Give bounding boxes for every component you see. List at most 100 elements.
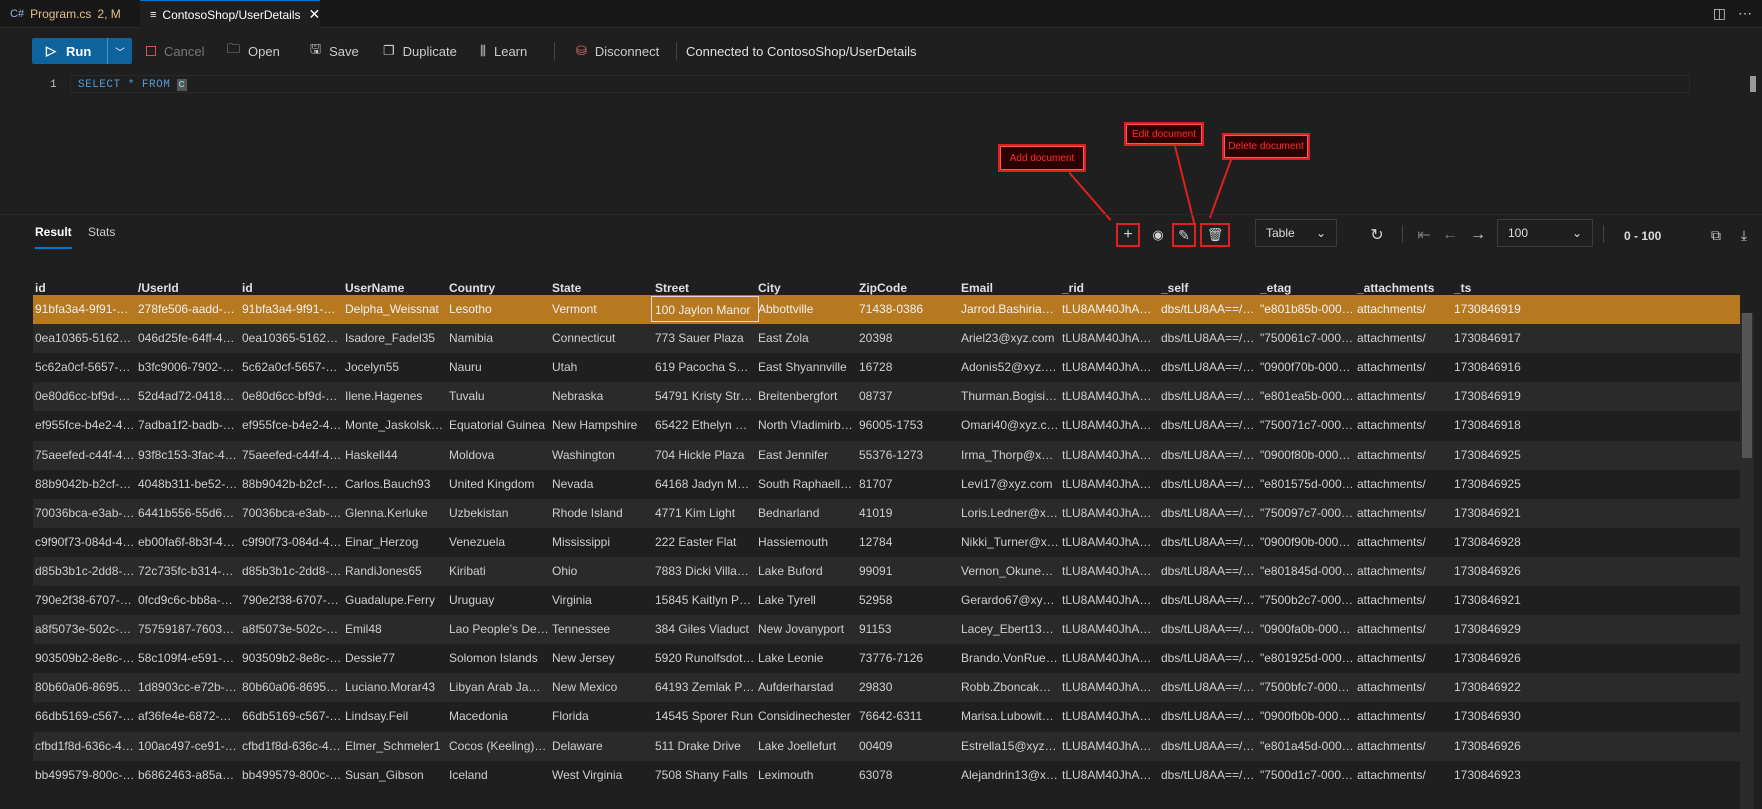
table-cell[interactable]: 65422 Ethelyn Stat...	[655, 418, 755, 432]
table-cell[interactable]: Breitenbergfort	[758, 389, 856, 403]
table-cell[interactable]: Abbottville	[758, 302, 856, 316]
table-cell[interactable]: 0ea10365-5162-43...	[35, 331, 135, 345]
table-row[interactable]: d85b3b1c-2dd8-4... 72c735fc-b314-44... d85…	[33, 557, 1740, 586]
column-header[interactable]: _self	[1161, 281, 1188, 295]
table-cell[interactable]: attachments/	[1357, 389, 1451, 403]
table-cell[interactable]: dbs/tLU8AA==/c...	[1161, 477, 1257, 491]
table-cell[interactable]: dbs/tLU8AA==/c...	[1161, 564, 1257, 578]
table-cell[interactable]: Brando.VonRuede...	[961, 651, 1059, 665]
table-cell[interactable]: dbs/tLU8AA==/c...	[1161, 360, 1257, 374]
table-cell[interactable]: dbs/tLU8AA==/c...	[1161, 506, 1257, 520]
table-cell[interactable]: Susan_Gibson	[345, 768, 445, 782]
table-cell[interactable]: 046d25fe-64ff-48c...	[138, 331, 238, 345]
table-cell[interactable]: Washington	[552, 448, 652, 462]
table-cell[interactable]: "e801ea5b-0000-...	[1260, 389, 1354, 403]
table-cell[interactable]: Ohio	[552, 564, 652, 578]
table-cell[interactable]: 1730846928	[1454, 535, 1544, 549]
table-row[interactable]: 88b9042b-b2cf-42... 4048b311-be52-4... 88b…	[33, 470, 1740, 499]
table-scrollbar[interactable]	[1740, 313, 1754, 809]
table-row[interactable]: cfbd1f8d-636c-41... 100ac497-ce91-46... cf…	[33, 732, 1740, 761]
table-cell[interactable]: Equatorial Guinea	[449, 418, 549, 432]
table-cell[interactable]: 41019	[859, 506, 957, 520]
table-cell[interactable]: 0ea10365-5162-43...	[242, 331, 342, 345]
table-cell[interactable]: attachments/	[1357, 331, 1451, 345]
table-cell[interactable]: Ilene.Hagenes	[345, 389, 445, 403]
table-cell[interactable]: tLU8AM40JhAGA...	[1062, 739, 1158, 753]
table-cell[interactable]: 75aeefed-c44f-4d0...	[35, 448, 135, 462]
previous-page-icon[interactable]: ←	[1438, 223, 1462, 247]
table-cell[interactable]: d85b3b1c-2dd8-4...	[242, 564, 342, 578]
table-cell[interactable]: "750097c7-0000-...	[1260, 506, 1354, 520]
save-button[interactable]: 🖫 Save	[310, 38, 359, 64]
table-cell[interactable]: c9f90f73-084d-47c...	[242, 535, 342, 549]
table-cell[interactable]: eb00fa6f-8b3f-4c9...	[138, 535, 238, 549]
table-cell[interactable]: United Kingdom	[449, 477, 549, 491]
table-cell[interactable]: 6441b556-55d6-4...	[138, 506, 238, 520]
table-cell[interactable]: 96005-1753	[859, 418, 957, 432]
column-header[interactable]: _attachments	[1357, 281, 1434, 295]
table-cell[interactable]: Cocos (Keeling) Isl...	[449, 739, 549, 753]
table-cell[interactable]: 511 Drake Drive	[655, 739, 755, 753]
column-header[interactable]: City	[758, 281, 781, 295]
table-cell[interactable]: "e801845d-0000-...	[1260, 564, 1354, 578]
table-cell[interactable]: 384 Giles Viaduct	[655, 622, 755, 636]
table-cell[interactable]: 1730846926	[1454, 564, 1544, 578]
column-header[interactable]: _ts	[1454, 281, 1471, 295]
table-cell[interactable]: 72c735fc-b314-44...	[138, 564, 238, 578]
tab-program-cs[interactable]: C# Program.cs 2, M	[0, 0, 132, 28]
column-header[interactable]: /UserId	[138, 281, 179, 295]
table-cell[interactable]: tLU8AM40JhABA...	[1062, 302, 1158, 316]
table-cell[interactable]: 7883 Dicki Villages	[655, 564, 755, 578]
table-cell[interactable]: 52d4ad72-0418-4f...	[138, 389, 238, 403]
table-cell[interactable]: 88b9042b-b2cf-42...	[242, 477, 342, 491]
table-cell[interactable]: Robb.Zboncak@x...	[961, 680, 1059, 694]
table-cell[interactable]: 7adba1f2-badb-4c...	[138, 418, 238, 432]
table-cell[interactable]: 15845 Kaitlyn Path	[655, 593, 755, 607]
table-cell[interactable]: 1730846922	[1454, 680, 1544, 694]
table-cell[interactable]: 0fcd9c6c-bb8a-43...	[138, 593, 238, 607]
table-cell[interactable]: Loris.Ledner@xyz...	[961, 506, 1059, 520]
table-cell[interactable]: 80b60a06-8695-48...	[242, 680, 342, 694]
table-cell[interactable]: 75759187-7603-48...	[138, 622, 238, 636]
table-cell[interactable]: Mississippi	[552, 535, 652, 549]
table-cell[interactable]: tLU8AM40JhADA...	[1062, 477, 1158, 491]
add-document-icon[interactable]: +	[1116, 223, 1140, 247]
table-cell[interactable]: 790e2f38-6707-4c...	[35, 593, 135, 607]
table-cell[interactable]: 1730846918	[1454, 418, 1544, 432]
table-cell[interactable]: 1730846926	[1454, 651, 1544, 665]
table-cell[interactable]: 66db5169-c567-4...	[35, 709, 135, 723]
table-cell[interactable]: Connecticut	[552, 331, 652, 345]
close-icon[interactable]: ✕	[309, 6, 321, 23]
column-header[interactable]: _etag	[1260, 281, 1291, 295]
table-cell[interactable]: 64168 Jadyn Moto...	[655, 477, 755, 491]
delete-document-icon[interactable]: 🗑	[1200, 223, 1230, 247]
table-cell[interactable]: 12784	[859, 535, 957, 549]
column-header[interactable]: ZipCode	[859, 281, 907, 295]
table-cell[interactable]: 903509b2-8e8c-49...	[242, 651, 342, 665]
table-cell[interactable]: "e801b85b-0000-...	[1260, 302, 1354, 316]
table-cell[interactable]: 4048b311-be52-4...	[138, 477, 238, 491]
table-cell[interactable]: "750071c7-0000-...	[1260, 418, 1354, 432]
table-cell[interactable]: Lake Tyrell	[758, 593, 856, 607]
table-cell[interactable]: Estrella15@xyz.co...	[961, 739, 1059, 753]
table-cell[interactable]: Jocelyn55	[345, 360, 445, 374]
table-cell[interactable]: dbs/tLU8AA==/c...	[1161, 331, 1257, 345]
table-cell[interactable]: East Shyannville	[758, 360, 856, 374]
table-cell[interactable]: Luciano.Morar43	[345, 680, 445, 694]
table-cell[interactable]: North Vladimirbur...	[758, 418, 856, 432]
table-cell[interactable]: Tennessee	[552, 622, 652, 636]
table-cell[interactable]: East Jennifer	[758, 448, 856, 462]
table-cell[interactable]: attachments/	[1357, 680, 1451, 694]
table-cell[interactable]: "0900f80b-0000-...	[1260, 448, 1354, 462]
table-cell[interactable]: ef955fce-b4e2-44e...	[35, 418, 135, 432]
table-cell[interactable]: attachments/	[1357, 360, 1451, 374]
table-cell[interactable]: Thurman.Bogisich...	[961, 389, 1059, 403]
table-cell[interactable]: Irma_Thorp@xyz.c...	[961, 448, 1059, 462]
table-cell[interactable]: 100ac497-ce91-46...	[138, 739, 238, 753]
table-cell[interactable]: attachments/	[1357, 448, 1451, 462]
table-cell[interactable]: 1730846925	[1454, 477, 1544, 491]
table-cell[interactable]: dbs/tLU8AA==/c...	[1161, 535, 1257, 549]
query-editor[interactable]: 1 SELECT * FROM c	[30, 74, 1762, 214]
table-cell[interactable]: 1730846919	[1454, 302, 1544, 316]
table-cell[interactable]: Macedonia	[449, 709, 549, 723]
